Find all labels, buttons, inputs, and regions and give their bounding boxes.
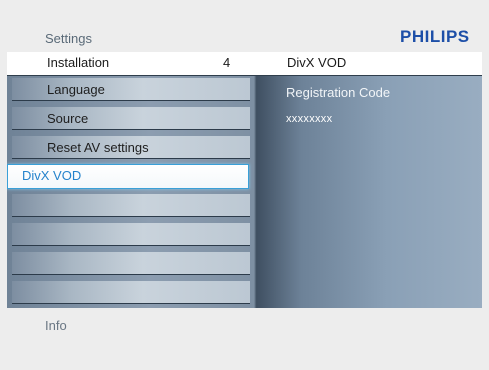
detail-panel: Registration Code xxxxxxxx bbox=[253, 76, 482, 308]
menu-item-empty[interactable] bbox=[12, 281, 250, 304]
registration-code-value: xxxxxxxx bbox=[286, 113, 333, 125]
menu-item-source[interactable]: Source bbox=[12, 107, 250, 130]
menu-item-divx-vod[interactable]: DivX VOD bbox=[7, 164, 249, 189]
menu-content: Language Source Reset AV settings DivX V… bbox=[7, 76, 482, 308]
menu-item-label: Source bbox=[47, 111, 89, 126]
menu-item-label: DivX VOD bbox=[22, 168, 82, 183]
menu-item-label: Reset AV settings bbox=[47, 140, 149, 155]
menu-item-empty[interactable] bbox=[12, 252, 250, 275]
registration-code-label: Registration Code bbox=[286, 85, 391, 100]
brand-logo: PHILIPS bbox=[400, 27, 470, 46]
page-title: Settings bbox=[45, 31, 92, 46]
section-number: 4 bbox=[223, 55, 231, 70]
menu-item-reset-av-settings[interactable]: Reset AV settings bbox=[12, 136, 250, 159]
menu-item-language[interactable]: Language bbox=[12, 78, 250, 101]
settings-menu-list: Language Source Reset AV settings DivX V… bbox=[7, 76, 253, 308]
menu-item-empty[interactable] bbox=[12, 194, 250, 217]
section-title: Installation bbox=[47, 55, 110, 70]
breadcrumb-header: Installation 4 DivX VOD bbox=[7, 52, 482, 76]
menu-item-empty[interactable] bbox=[12, 223, 250, 246]
info-text: Info bbox=[45, 318, 67, 333]
menu-item-label: Language bbox=[47, 82, 105, 97]
tv-settings-screen: Settings PHILIPS Installation 4 DivX VOD… bbox=[0, 0, 489, 370]
submenu-title: DivX VOD bbox=[287, 55, 347, 70]
